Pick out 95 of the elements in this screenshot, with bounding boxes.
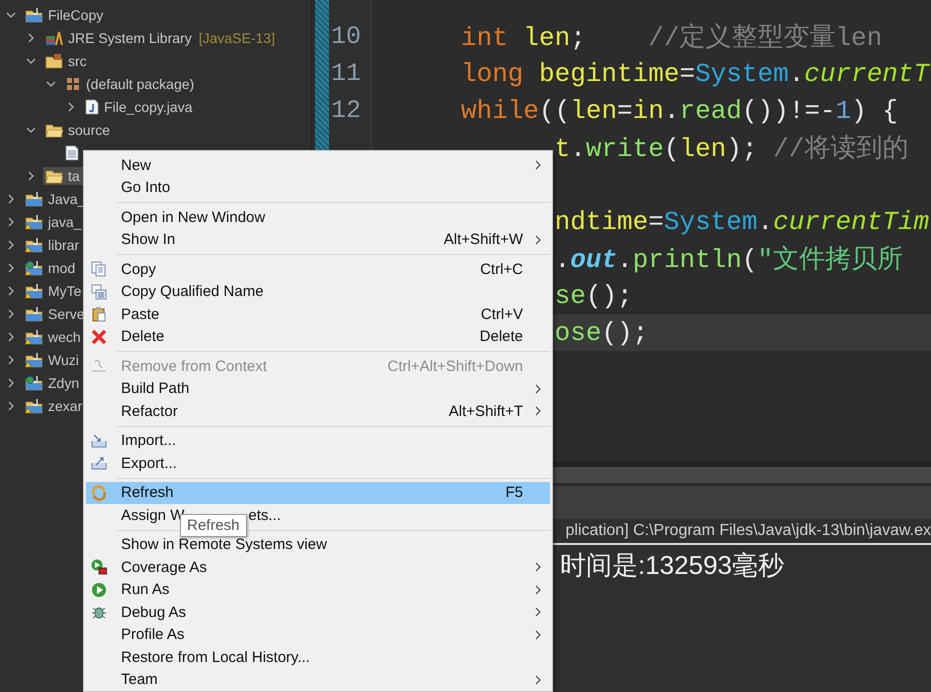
collapsed-chevron-icon[interactable] [6,194,16,204]
line-number: 12 [331,96,362,125]
copy-icon [91,284,107,300]
code-line: ndtime=System.currentTim [554,206,930,236]
refresh-icon [91,484,107,501]
run-icon [91,582,107,598]
project-icon [25,260,43,276]
menu-item[interactable]: Copy Ctrl+C [86,258,550,280]
collapsed-chevron-icon[interactable] [6,262,16,272]
expanded-chevron-icon[interactable] [26,56,36,66]
tree-item[interactable]: FileCopy [47,6,104,22]
code-line: t.write(len); //将读到的 [554,134,908,164]
package-folder-icon [45,52,63,68]
tree-item[interactable]: (default package) [85,76,196,92]
collapsed-chevron-icon[interactable] [6,240,16,250]
collapsed-chevron-icon[interactable] [6,216,16,226]
collapsed-chevron-icon[interactable] [6,400,16,410]
coverage-icon [91,559,107,576]
line-number: 10 [331,22,362,51]
tree-item[interactable]: JRE System Library [67,30,193,46]
menu-item[interactable]: Refresh F5 [86,482,550,504]
copy-icon [91,261,107,278]
menu-item[interactable]: Restore from Local History... [86,646,550,668]
tree-item[interactable]: Zdyn [47,374,80,390]
library-version: [JavaSE-13] [198,30,275,46]
document-icon [65,144,79,160]
menu-item[interactable]: Run As [86,578,550,601]
project-icon [25,6,43,22]
collapsed-chevron-icon[interactable] [6,308,16,318]
folder-icon [45,122,63,138]
delete-icon [91,328,107,345]
tree-item[interactable]: Java_ [47,190,86,206]
collapsed-chevron-icon[interactable] [6,332,16,342]
collapsed-chevron-icon[interactable] [26,170,36,180]
tree-item[interactable]: File_copy.java [103,98,194,114]
console-output: 时间是:132593毫秒 [560,550,784,580]
project-icon [25,374,43,390]
export-icon [91,455,107,472]
code-line: long begintime=System.currentT [461,58,930,88]
menu-item[interactable]: Copy Qualified Name [86,280,550,303]
java-file-icon [85,98,99,114]
menu-item[interactable]: Go Into [86,176,550,199]
tooltip: Refresh [180,514,247,537]
tree-item[interactable]: Wuzi [47,352,80,368]
clipboard-icon [91,306,107,322]
project-icon [25,236,43,252]
tree-item[interactable]: java_ [47,214,82,230]
folder-icon [45,168,63,184]
menu-item[interactable]: Paste Ctrl+V [86,303,550,326]
collapsed-chevron-icon[interactable] [6,378,16,388]
menu-item[interactable]: Refactor Alt+Shift+T [86,400,550,422]
books-icon [45,30,63,46]
code-line: while((len=in.read())!=-1) { [461,96,898,126]
collapsed-chevron-icon[interactable] [66,102,76,112]
package-icon [65,76,81,92]
collapsed-chevron-icon[interactable] [6,354,16,364]
expanded-chevron-icon[interactable] [6,10,16,20]
code-line: se(); [554,280,633,310]
menu-item[interactable]: Import... [86,430,550,452]
menu-item[interactable]: Open in New Window [86,206,550,228]
menu-item[interactable]: Debug As [86,601,550,624]
console-header: plication] C:\Program Files\Java\jdk-13\bin\javaw.ex [566,522,931,540]
menu-item[interactable]: Delete Delete [86,326,550,348]
collapsed-chevron-icon[interactable] [26,32,36,42]
expanded-chevron-icon[interactable] [26,124,36,134]
tree-item[interactable]: MyTe [47,282,82,298]
project-icon [25,190,43,206]
project-icon [25,352,43,368]
code-line: int len; //定义整型变量len [461,23,882,53]
menu-item[interactable]: Team [86,668,550,691]
menu-item[interactable]: Export... [86,452,550,474]
tree-item[interactable]: librar [47,236,80,252]
tree-item[interactable]: Serve [47,306,86,322]
project-icon [25,328,43,344]
import-icon [91,432,107,449]
line-number: 11 [331,59,362,88]
menu-item-text[interactable]: ets... [248,506,281,524]
menu-item[interactable]: Show In Alt+Shift+W [86,228,550,251]
menu-item[interactable]: New [86,154,550,176]
menu-item[interactable]: Build Path [86,378,550,400]
tree-item[interactable]: src [67,52,88,68]
tree-item[interactable]: source [67,122,112,138]
tree-item[interactable]: mod [47,260,76,276]
tree-item[interactable]: wech [47,328,82,344]
project-icon [25,282,43,298]
project-icon [25,398,43,414]
code-line: .out.println("文件拷贝所 [554,245,904,275]
menu-item[interactable]: Profile As [86,624,550,646]
collapsed-chevron-icon[interactable] [6,286,16,296]
tree-item[interactable]: zexar [47,398,84,414]
code-line: ose(); [554,318,648,348]
project-icon [25,306,43,322]
expanded-chevron-icon[interactable] [46,78,56,88]
menu-item[interactable]: Coverage As [86,556,550,578]
project-icon [25,214,43,230]
